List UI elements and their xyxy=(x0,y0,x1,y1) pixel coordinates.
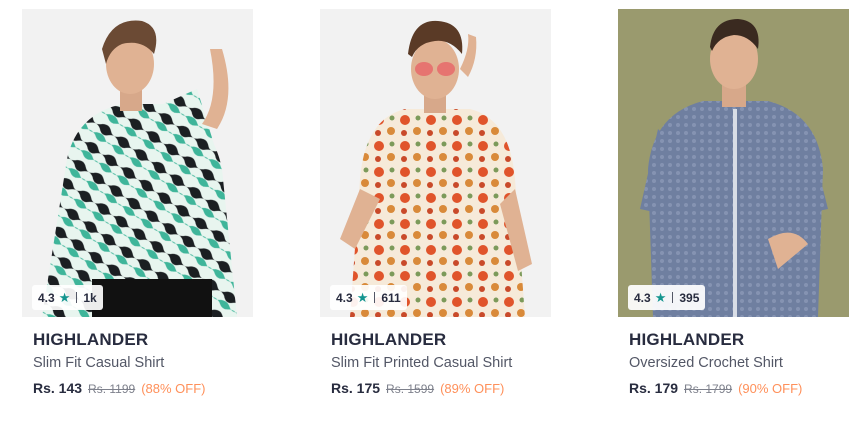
price-row: Rs. 143 Rs. 1199 (88% OFF) xyxy=(33,380,205,396)
rating-count: 611 xyxy=(381,290,401,305)
product-mrp: Rs. 1199 xyxy=(88,382,136,396)
product-price: Rs. 175 xyxy=(331,380,381,396)
rating-count: 395 xyxy=(679,290,700,305)
product-mrp: Rs. 1799 xyxy=(684,382,733,396)
rating-divider xyxy=(672,292,674,303)
product-image[interactable]: 4.3 ★ 1k xyxy=(22,9,253,317)
product-name[interactable]: Slim Fit Casual Shirt xyxy=(33,355,164,371)
product-card[interactable]: 4.3 ★ 611 HIGHLANDER Slim Fit Printed Ca… xyxy=(320,0,600,421)
product-brand: HIGHLANDER xyxy=(629,330,745,349)
product-mrp: Rs. 1599 xyxy=(386,382,435,396)
product-brand: HIGHLANDER xyxy=(33,330,149,349)
product-grid: 4.3 ★ 1k HIGHLANDER Slim Fit Casual Shir… xyxy=(0,0,857,421)
rating-value: 4.3 xyxy=(336,290,353,305)
product-brand: HIGHLANDER xyxy=(331,330,447,349)
rating-count: 1k xyxy=(83,290,97,305)
product-image[interactable]: 4.3 ★ 611 xyxy=(320,9,551,317)
star-icon: ★ xyxy=(654,290,667,305)
rating-value: 4.3 xyxy=(38,290,55,305)
product-discount: (89% OFF) xyxy=(440,381,505,396)
price-row: Rs. 175 Rs. 1599 (89% OFF) xyxy=(331,380,504,396)
product-card[interactable]: 4.3 ★ 395 HIGHLANDER Oversized Crochet S… xyxy=(618,0,857,421)
product-discount: (88% OFF) xyxy=(141,381,206,396)
product-price: Rs. 179 xyxy=(629,380,679,396)
rating-badge: 4.3 ★ 1k xyxy=(32,285,103,310)
rating-divider xyxy=(76,292,78,303)
rating-divider xyxy=(374,292,376,303)
star-icon: ★ xyxy=(58,290,71,305)
rating-badge: 4.3 ★ 611 xyxy=(330,285,407,310)
product-price: Rs. 143 xyxy=(33,380,83,396)
product-card[interactable]: 4.3 ★ 1k HIGHLANDER Slim Fit Casual Shir… xyxy=(22,0,302,421)
product-discount: (90% OFF) xyxy=(738,381,803,396)
product-name[interactable]: Oversized Crochet Shirt xyxy=(629,355,783,371)
rating-badge: 4.3 ★ 395 xyxy=(628,285,706,310)
price-row: Rs. 179 Rs. 1799 (90% OFF) xyxy=(629,380,802,396)
rating-value: 4.3 xyxy=(634,290,651,305)
product-name[interactable]: Slim Fit Printed Casual Shirt xyxy=(331,355,512,371)
star-icon: ★ xyxy=(356,290,369,305)
product-image[interactable]: 4.3 ★ 395 xyxy=(618,9,849,317)
